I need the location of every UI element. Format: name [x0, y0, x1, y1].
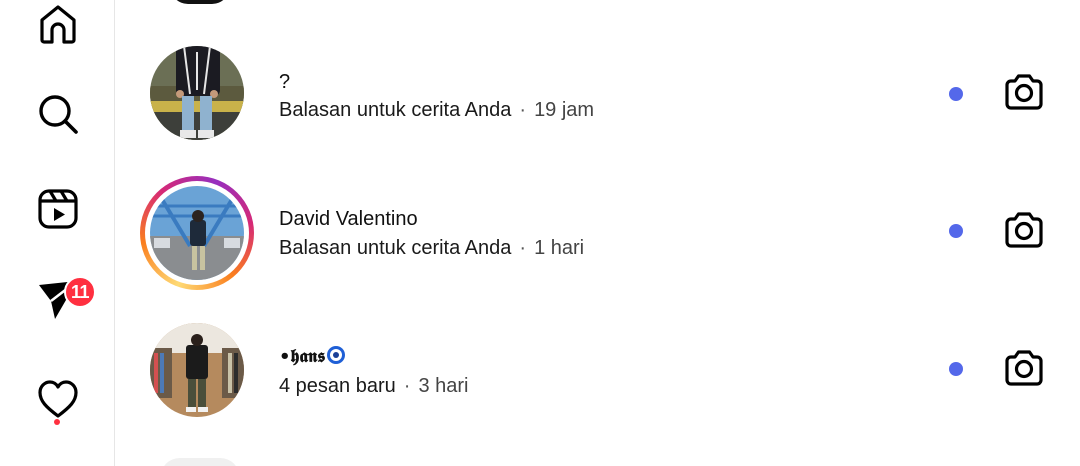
avatar-partial-top — [170, 0, 230, 4]
home-icon — [36, 2, 80, 46]
conversation-preview: Balasan untuk cerita Anda — [279, 237, 512, 259]
conversation-name-text: •𝖍𝖆𝖓𝖘 — [279, 346, 326, 367]
conversation-preview: 4 pesan baru — [279, 375, 396, 397]
conversation-time: 19 jam — [534, 99, 595, 121]
conversation-preview-line: Balasan untuk cerita Anda · 1 hari — [279, 237, 584, 260]
separator-dot: · — [519, 237, 527, 259]
avatar[interactable] — [150, 46, 244, 140]
separator-dot: · — [519, 99, 527, 121]
conversation-name: •𝖍𝖆𝖓𝖘 — [279, 345, 346, 368]
camera-icon — [1003, 347, 1045, 394]
avatar[interactable] — [150, 323, 244, 417]
separator-dot: · — [403, 375, 411, 397]
conversation-preview: Balasan untuk cerita Anda — [279, 99, 512, 121]
heart-icon — [36, 377, 80, 421]
conversation-row[interactable]: ? Balasan untuk cerita Anda · 19 jam — [116, 46, 1080, 184]
conversation-time: 3 hari — [418, 375, 469, 397]
avatar — [150, 186, 244, 280]
conversation-time: 1 hari — [534, 237, 585, 259]
story-ring[interactable] — [140, 176, 254, 290]
camera-icon — [1003, 209, 1045, 256]
conversation-row[interactable]: •𝖍𝖆𝖓𝖘 4 pesan baru · 3 hari — [116, 323, 1080, 461]
nav-search[interactable] — [34, 90, 82, 138]
camera-button[interactable] — [1002, 210, 1046, 254]
nazar-amulet-emoji — [327, 346, 346, 364]
camera-icon — [1003, 71, 1045, 118]
direct-inbox: 11 ? Balasan untuk cerita Anda · 19 jam … — [0, 0, 1080, 466]
nav-reels[interactable] — [34, 185, 82, 233]
camera-button[interactable] — [1002, 348, 1046, 392]
unread-dot — [949, 224, 963, 238]
camera-button[interactable] — [1002, 72, 1046, 116]
conversation-row[interactable]: David Valentino Balasan untuk cerita And… — [116, 176, 1080, 314]
conversation-preview-line: Balasan untuk cerita Anda · 19 jam — [279, 99, 594, 122]
search-icon — [36, 92, 80, 136]
nav-activity[interactable] — [34, 375, 82, 423]
conversation-name: ? — [279, 71, 291, 93]
nav-home[interactable] — [34, 0, 82, 48]
unread-count-badge: 11 — [64, 276, 96, 308]
conversation-preview-line: 4 pesan baru · 3 hari — [279, 375, 468, 398]
reels-icon — [36, 187, 80, 231]
conversation-name: David Valentino — [279, 208, 418, 230]
nav-rail: 11 — [0, 0, 115, 466]
unread-dot — [949, 87, 963, 101]
unread-dot — [949, 362, 963, 376]
activity-indicator-dot — [54, 419, 60, 425]
